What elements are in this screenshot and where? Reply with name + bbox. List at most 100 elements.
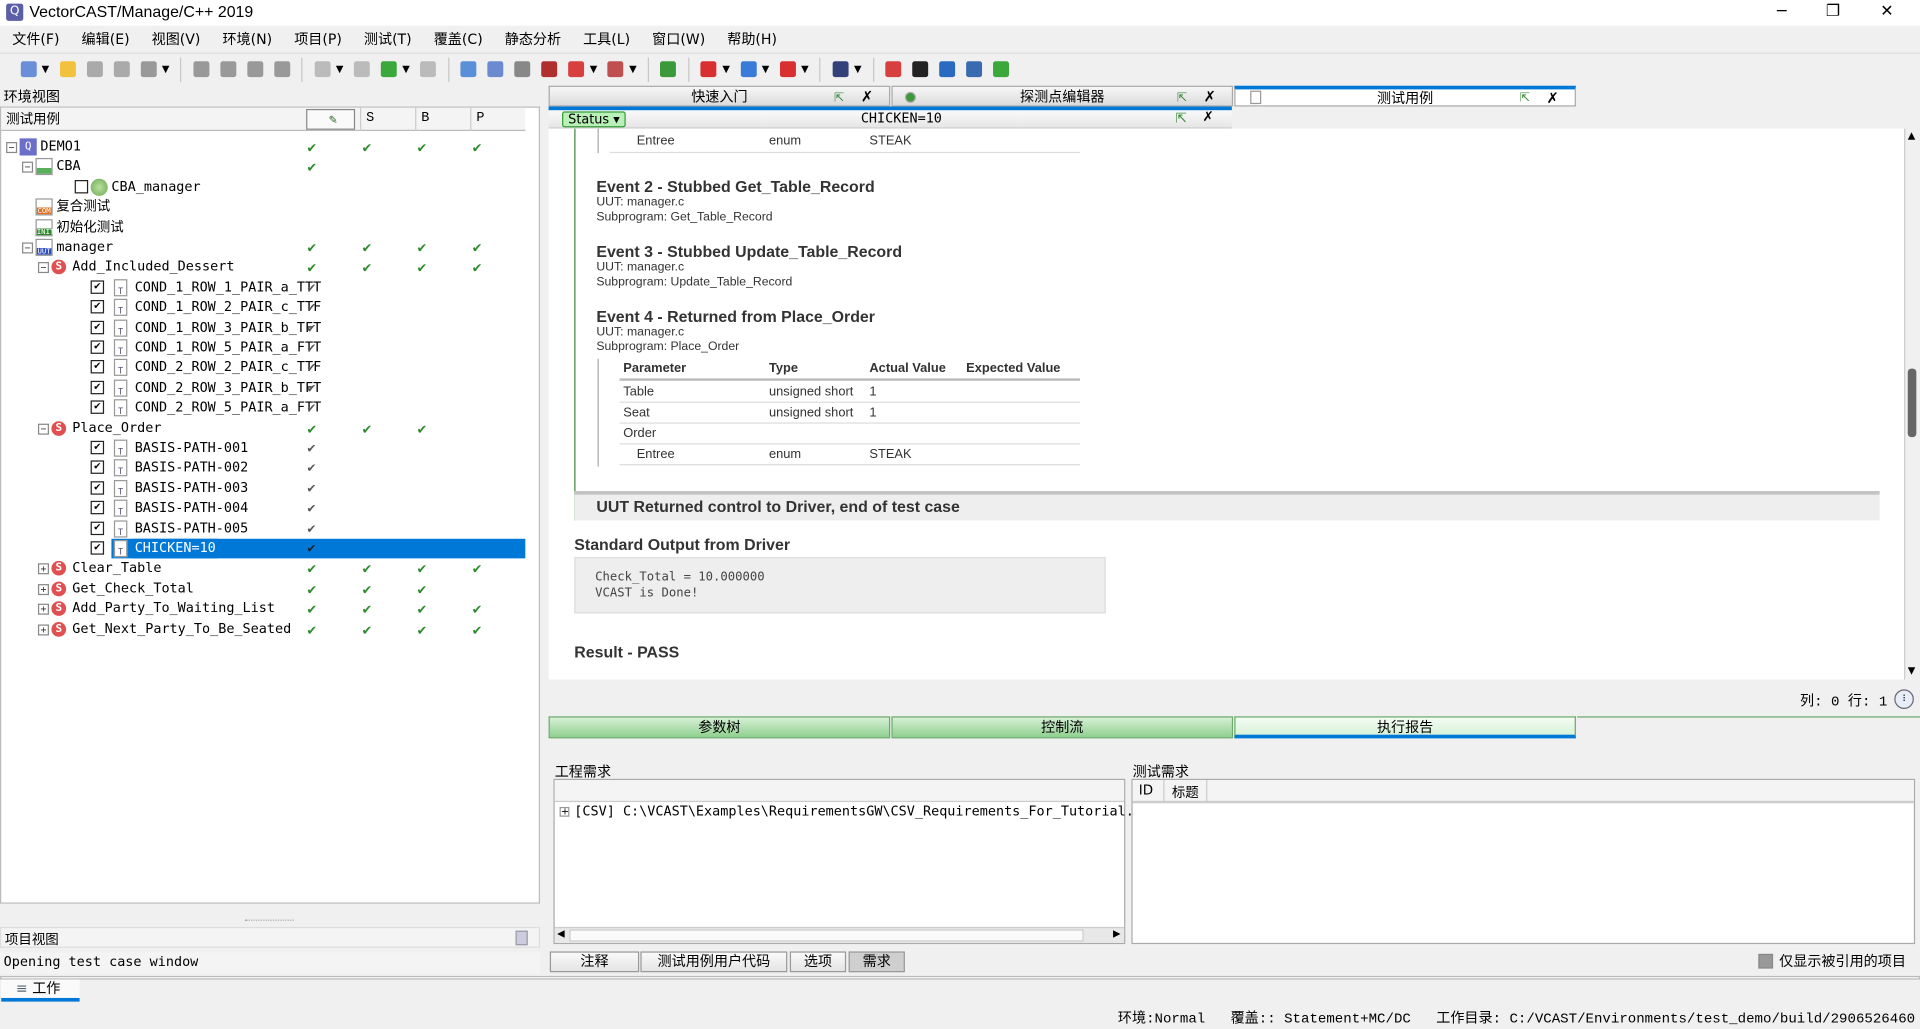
tree-row[interactable]: ✔ T BASIS-PATH-003 ✔ — [1, 479, 525, 499]
add-icon[interactable] — [990, 58, 1012, 80]
dropdown-arrow-icon[interactable]: ▼ — [402, 64, 410, 75]
tree-row[interactable]: − CBA ✔ — [1, 157, 525, 177]
gear-icon[interactable] — [963, 58, 985, 80]
tree-row[interactable]: ✔ T COND_2_ROW_5_PAIR_a_FTT ✔ — [1, 398, 525, 418]
tree-row[interactable]: CBA_manager — [1, 177, 525, 197]
stub-icon[interactable] — [698, 58, 720, 80]
column-id[interactable]: ID — [1139, 782, 1153, 798]
close-subtab-icon[interactable]: ✗ — [1202, 109, 1213, 125]
scroll-up-icon[interactable]: ▲ — [1908, 130, 1916, 141]
menu-item[interactable]: 文件(F) — [0, 27, 69, 50]
play-icon[interactable] — [829, 58, 851, 80]
requirement-item[interactable]: [CSV] C:\VCAST\Examples\RequirementsGW\C… — [574, 803, 1134, 819]
expand-icon[interactable]: + — [559, 806, 570, 817]
tree-row[interactable]: + S Get_Check_Total ✔ ✔ ✔ — [1, 579, 525, 599]
tree-icon[interactable] — [511, 58, 533, 80]
expand-icon[interactable]: + — [37, 583, 49, 595]
checkbox[interactable]: ✔ — [90, 541, 105, 555]
arrow-down-icon[interactable] — [190, 58, 212, 80]
scroll-thumb[interactable] — [569, 929, 1084, 942]
menu-item[interactable]: 帮助(H) — [715, 27, 787, 50]
tree-row[interactable]: − S Place_Order ✔ ✔ ✔ — [1, 418, 525, 438]
bottom-button[interactable]: 需求 — [848, 951, 905, 973]
search-icon[interactable] — [657, 58, 679, 80]
tree-row[interactable]: ✔ T COND_1_ROW_5_PAIR_a_FTT ✔ — [1, 338, 525, 358]
splitter-handle[interactable] — [244, 919, 294, 924]
database-icon[interactable] — [936, 58, 958, 80]
menu-item[interactable]: 覆盖(C) — [421, 27, 492, 50]
tab-probe-editor[interactable]: 探测点编辑器 ⇱ ✗ — [891, 85, 1234, 108]
expand-icon[interactable] — [515, 930, 528, 946]
collapse-icon[interactable]: − — [22, 162, 34, 174]
dropdown-arrow-icon[interactable]: ▼ — [854, 64, 862, 75]
navigate-icon[interactable]: ⁝ — [1894, 689, 1914, 709]
dropdown-arrow-icon[interactable]: ▼ — [801, 64, 809, 75]
horizontal-scrollbar[interactable]: ◀ ▶ — [554, 926, 1125, 943]
dropdown-arrow-icon[interactable]: ▼ — [42, 64, 50, 75]
collapse-icon[interactable]: − — [37, 423, 49, 435]
scroll-thumb[interactable] — [1907, 368, 1917, 438]
expand-icon[interactable]: + — [37, 603, 49, 615]
tree-row[interactable]: COM 复合测试 — [1, 197, 525, 217]
checkbox[interactable]: ✔ — [90, 340, 105, 354]
new-icon[interactable] — [17, 58, 39, 80]
arrow-up-icon[interactable] — [217, 58, 239, 80]
checkbox[interactable]: ✔ — [90, 280, 105, 294]
tree-row[interactable]: − UUT manager ✔ ✔ ✔ ✔ — [1, 238, 525, 258]
edit-icon[interactable] — [458, 58, 480, 80]
test-requirements-table[interactable]: ID 标题 — [1131, 778, 1916, 945]
menu-item[interactable]: 项目(P) — [282, 27, 352, 50]
view-tab[interactable]: 控制流 — [891, 716, 1234, 739]
expand-icon[interactable]: + — [37, 623, 49, 636]
checkbox[interactable] — [74, 179, 89, 194]
column-p[interactable]: P — [470, 107, 525, 132]
arrow-down-icon[interactable] — [244, 58, 266, 80]
dropdown-arrow-icon[interactable]: ▼ — [722, 64, 730, 75]
menu-item[interactable]: 编辑(E) — [69, 27, 139, 50]
close-tab-icon[interactable]: ✗ — [1204, 87, 1216, 108]
tree-row[interactable]: − Q DEMO1 ✔ ✔ ✔ ✔ — [1, 137, 525, 157]
bottom-button[interactable]: 选项 — [789, 951, 847, 973]
dropdown-arrow-icon[interactable]: ▼ — [162, 64, 170, 75]
tree-row[interactable]: + S Add_Party_To_Waiting_List ✔ ✔ ✔ ✔ — [1, 599, 525, 619]
menu-item[interactable]: 静态分析 — [492, 27, 570, 50]
tree-row[interactable]: ✔ T COND_2_ROW_3_PAIR_b_TFT ✔ — [1, 378, 525, 398]
collapse-icon[interactable]: − — [37, 262, 49, 274]
bottom-button[interactable]: 注释 — [549, 951, 640, 973]
execute-icon[interactable] — [378, 58, 400, 80]
script-icon[interactable] — [311, 58, 333, 80]
table-icon[interactable] — [605, 58, 627, 80]
checkbox[interactable]: ✔ — [90, 521, 105, 535]
menu-item[interactable]: 测试(T) — [352, 27, 422, 50]
tree-row[interactable]: + S Clear_Table ✔ ✔ ✔ ✔ — [1, 559, 525, 579]
report-icon[interactable] — [351, 58, 373, 80]
popout-icon[interactable]: ⇱ — [1520, 91, 1530, 108]
scroll-left-icon[interactable]: ◀ — [557, 928, 565, 939]
print-icon[interactable] — [137, 58, 159, 80]
tree-row[interactable]: − S Add_Included_Dessert ✔ ✔ ✔ ✔ — [1, 258, 525, 278]
column-title[interactable]: 标题 — [1163, 780, 1208, 803]
run-status-column-button[interactable]: ✎ — [306, 108, 356, 130]
project-view-header[interactable]: 项目视图 — [0, 926, 541, 948]
tree-row[interactable]: ✔ T COND_1_ROW_3_PAIR_b_TFT ✔ — [1, 318, 525, 338]
checkbox[interactable]: ✔ — [90, 501, 105, 515]
tree-row[interactable]: INIT 初始化测试 — [1, 217, 525, 237]
save-icon[interactable] — [83, 58, 105, 80]
menu-item[interactable]: 窗口(W) — [640, 27, 715, 50]
collapse-icon[interactable]: − — [22, 242, 34, 254]
checkbox[interactable]: ✔ — [90, 480, 105, 495]
tree-row[interactable]: ✔ T BASIS-PATH-001 ✔ — [1, 438, 525, 458]
tab-quick-start[interactable]: 快速入门 ⇱ ✗ — [548, 85, 891, 107]
only-referenced-checkbox[interactable] — [1758, 953, 1774, 969]
tools-icon[interactable] — [417, 58, 439, 80]
checkbox[interactable]: ✔ — [90, 440, 105, 455]
tree-row[interactable]: + S Get_Next_Party_To_Be_Seated ✔ ✔ ✔ ✔ — [1, 619, 525, 639]
menu-item[interactable]: 视图(V) — [139, 27, 210, 50]
checkbox[interactable]: ✔ — [90, 400, 105, 415]
tree-row[interactable]: ✔ T BASIS-PATH-005 ✔ — [1, 519, 525, 539]
variable-icon[interactable] — [538, 58, 560, 80]
checkbox[interactable]: ✔ — [90, 460, 105, 475]
checkbox[interactable]: ✔ — [90, 320, 105, 334]
collapse-icon[interactable]: − — [6, 142, 18, 154]
close-tab-icon[interactable]: ✗ — [1547, 89, 1559, 106]
